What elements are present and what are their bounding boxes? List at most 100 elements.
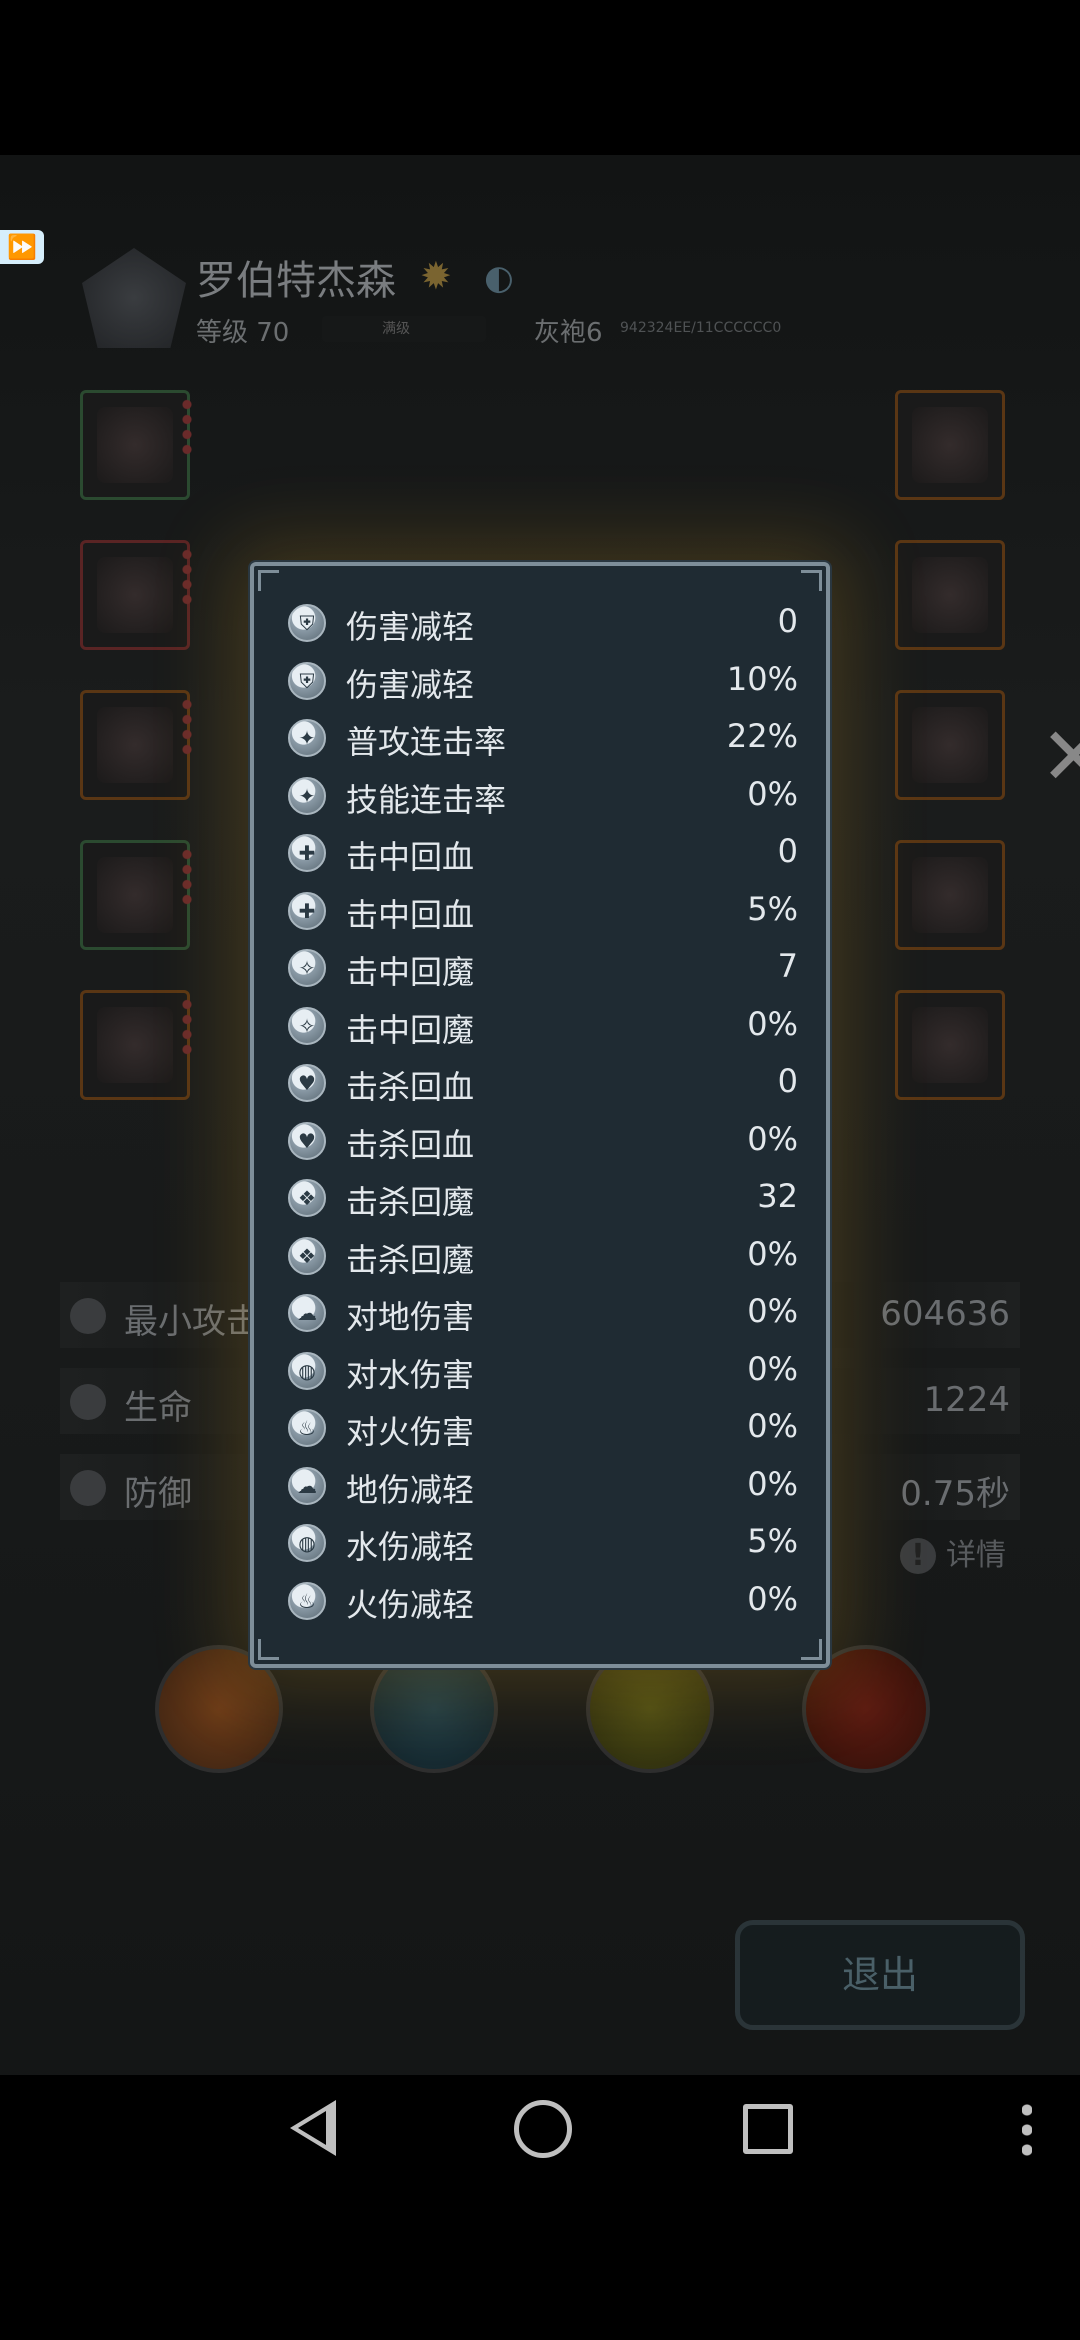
attribute-row: ✧ 击中回魔 7	[288, 941, 798, 997]
attribute-icon: ♨	[288, 1409, 326, 1447]
fast-forward-icon[interactable]: ⏩	[0, 230, 44, 264]
detail-link[interactable]: ! 详情	[900, 1530, 1006, 1574]
attribute-value: 5%	[747, 1522, 798, 1560]
equip-slot-necklace[interactable]	[895, 690, 1005, 800]
attribute-value: 7	[777, 947, 798, 985]
attribute-label: 击中回血	[346, 838, 475, 876]
attribute-icon: ⛨	[288, 661, 326, 700]
attribute-value: 10%	[726, 659, 798, 698]
attribute-value: 0%	[747, 774, 798, 813]
attribute-row: ✧ 击中回魔 0%	[288, 999, 798, 1055]
attribute-row: ⛨ 伤害减轻 0	[288, 596, 798, 652]
attribute-value: 0	[777, 832, 798, 870]
sun-badge-icon: ✹	[420, 254, 452, 298]
attribute-label: 地伤减轻	[346, 1470, 475, 1509]
attribute-row: ♥ 击杀回血 0%	[288, 1114, 798, 1170]
attribute-label: 火伤减轻	[346, 1585, 475, 1624]
attribute-row: ⛨ 伤害减轻 10%	[288, 654, 798, 710]
moon-badge-icon: ◐	[484, 258, 514, 298]
attribute-label: 普攻连击率	[346, 723, 507, 761]
shield-icon	[70, 1470, 106, 1506]
attribute-icon: ◍	[288, 1524, 326, 1562]
attribute-value: 0%	[747, 1407, 798, 1445]
attribute-value: 0	[777, 602, 798, 640]
sword-icon	[70, 1298, 106, 1334]
attribute-label: 击杀回血	[346, 1068, 475, 1106]
attribute-value: 0%	[747, 1579, 798, 1618]
attribute-icon: ⛨	[288, 604, 326, 642]
attribute-label: 伤害减轻	[346, 665, 475, 704]
attribute-icon: ✦	[288, 776, 326, 815]
equip-slot-gloves[interactable]	[80, 840, 193, 950]
attribute-icon: ♥	[288, 1121, 326, 1160]
level-bar-text: 满级	[382, 321, 410, 337]
attribute-label: 对水伤害	[346, 1355, 475, 1394]
attribute-icon: ✦	[288, 719, 326, 757]
level-bar: 满级	[322, 316, 486, 342]
attribute-icon: ✚	[288, 891, 326, 930]
attribute-value: 0%	[747, 1349, 798, 1388]
more-dots-icon[interactable]	[1022, 2100, 1032, 2156]
attribute-value: 0%	[747, 1119, 798, 1158]
attribute-row: ♨ 对火伤害 0%	[288, 1401, 798, 1457]
attribute-row: ❖ 击杀回魔 32	[288, 1171, 798, 1227]
attribute-icon: ❖	[288, 1179, 326, 1217]
attribute-row: ✦ 技能连击率 0%	[288, 769, 798, 825]
attribute-row: ◍ 对水伤害 0%	[288, 1344, 798, 1400]
attribute-label: 对地伤害	[346, 1298, 475, 1336]
equip-slot-cloak[interactable]	[80, 990, 193, 1100]
attribute-icon: ♥	[288, 1064, 326, 1102]
equip-slot-ring[interactable]	[895, 540, 1005, 650]
equip-slot-amulet[interactable]	[895, 990, 1005, 1100]
equip-slot-boots[interactable]	[80, 690, 193, 800]
attribute-row: ❖ 击杀回魔 0%	[288, 1229, 798, 1285]
level-label: 等级 70	[196, 318, 290, 348]
attribute-label: 对火伤害	[346, 1413, 475, 1451]
attribute-icon: ☁	[288, 1466, 326, 1505]
attribute-detail-modal: ⛨ 伤害减轻 0 ⛨ 伤害减轻 10% ✦ 普攻连击率 22% ✦ 技能连击率 0% ✚ 击中回血 0 ✚ 击中…	[250, 562, 830, 1668]
attribute-icon: ✚	[288, 834, 326, 872]
attribute-icon: ♨	[288, 1581, 326, 1620]
attribute-icon: ✧	[288, 1006, 326, 1045]
equip-slot-armor[interactable]	[80, 540, 193, 650]
attribute-row: ✚ 击中回血 5%	[288, 884, 798, 940]
attribute-value: 0%	[747, 1292, 798, 1330]
attribute-row: ✚ 击中回血 0	[288, 826, 798, 882]
attribute-value: 0%	[747, 1234, 798, 1273]
exit-button[interactable]: 退出	[735, 1920, 1025, 2030]
attribute-icon: ❖	[288, 1236, 326, 1275]
uid-label: 942324EE/11CCCCCC0	[620, 320, 782, 336]
attribute-label: 技能连击率	[346, 780, 507, 819]
attribute-label: 击中回血	[346, 895, 475, 934]
exclamation-icon: !	[900, 1538, 936, 1574]
attribute-value: 32	[757, 1177, 798, 1215]
attribute-label: 击中回魔	[346, 1010, 475, 1049]
attribute-value: 5%	[747, 889, 798, 928]
attribute-value: 0	[777, 1062, 798, 1100]
equip-slot-helmet[interactable]	[80, 390, 193, 500]
attribute-label: 击杀回血	[346, 1125, 475, 1164]
attribute-row: ☁ 地伤减轻 0%	[288, 1459, 798, 1515]
attribute-icon: ☁	[288, 1294, 326, 1332]
attribute-row: ☁ 对地伤害 0%	[288, 1286, 798, 1342]
attribute-label: 伤害减轻	[346, 608, 475, 646]
attribute-label: 击杀回魔	[346, 1183, 475, 1221]
equip-slot-belt[interactable]	[895, 840, 1005, 950]
attribute-value: 0%	[747, 1464, 798, 1503]
home-circle-icon[interactable]	[514, 2100, 572, 2158]
attribute-row: ✦ 普攻连击率 22%	[288, 711, 798, 767]
attribute-icon: ✧	[288, 949, 326, 987]
heart-icon	[70, 1384, 106, 1420]
decoration-x-icon: ✕	[1040, 710, 1080, 803]
recent-square-icon[interactable]	[743, 2104, 793, 2154]
attribute-row: ♥ 击杀回血 0	[288, 1056, 798, 1112]
attribute-row: ♨ 火伤减轻 0%	[288, 1574, 798, 1630]
attribute-label: 击中回魔	[346, 953, 475, 991]
attribute-row: ◍ 水伤减轻 5%	[288, 1516, 798, 1572]
attribute-label: 击杀回魔	[346, 1240, 475, 1279]
character-name: 罗伯特杰森	[196, 258, 396, 304]
attribute-value: 0%	[747, 1004, 798, 1043]
attribute-label: 水伤减轻	[346, 1528, 475, 1566]
equip-slot-weapon[interactable]	[895, 390, 1005, 500]
rank-label: 灰袍6	[534, 318, 603, 348]
